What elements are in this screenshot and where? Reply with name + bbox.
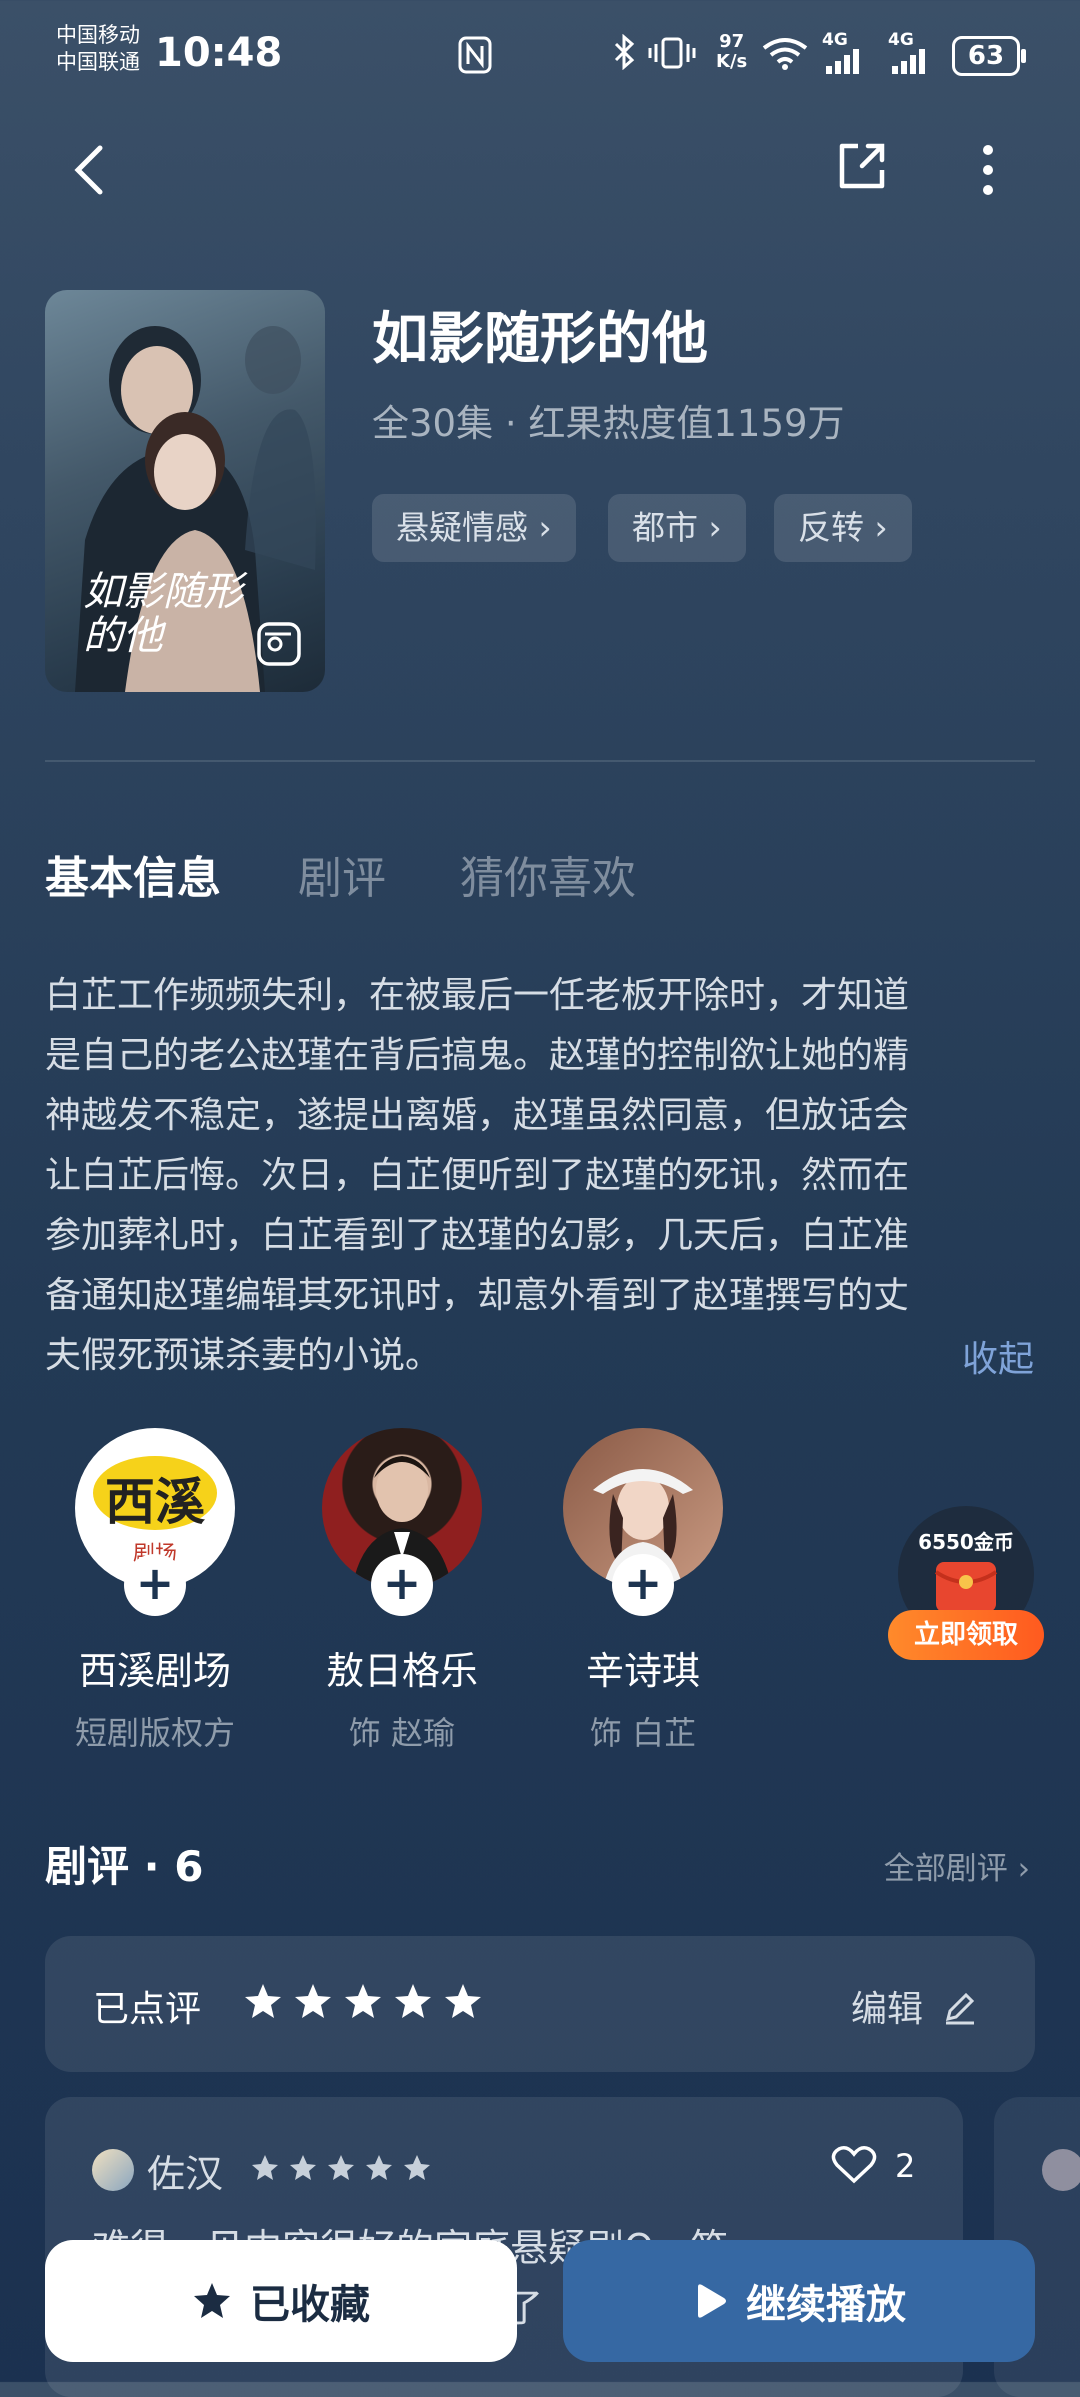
- chevron-right-icon: ›: [874, 508, 888, 547]
- all-reviews-label: 全部剧评: [883, 1851, 1008, 1887]
- tab-basic-info[interactable]: 基本信息: [45, 842, 221, 906]
- coin-amount: 6550金币: [918, 1530, 1014, 1554]
- cast-name: 辛诗琪: [585, 1649, 700, 1693]
- synopsis-line: 神越发不稳定，遂提出离婚，赵瑾虽然同意，但放话会: [45, 1095, 910, 1136]
- tag-label: 都市: [632, 508, 698, 547]
- synopsis-line: 是自己的老公赵瑾在背后搞鬼。赵瑾的控制欲让她的精: [45, 1035, 910, 1076]
- more-button[interactable]: [976, 142, 1000, 202]
- collapse-link[interactable]: 收起: [962, 1330, 1034, 1382]
- tab-reviews[interactable]: 剧评: [298, 842, 386, 906]
- share-button[interactable]: [836, 140, 888, 196]
- synopsis-line: 白芷工作频频失利，在被最后一任老板开除时，才知道: [45, 975, 910, 1016]
- synopsis-line: 让白芷后悔。次日，白芷便听到了赵瑾的死讯，然而在: [45, 1155, 910, 1196]
- chevron-right-icon: ›: [708, 508, 722, 547]
- back-button[interactable]: [70, 140, 110, 204]
- synopsis: 白芷工作频频失利，在被最后一任老板开除时，才知道 是自己的老公赵瑾在背后搞鬼。赵…: [45, 966, 1035, 1386]
- play-icon: [698, 2284, 726, 2318]
- tag-twist[interactable]: 反转 ›: [774, 494, 912, 562]
- tag-suspense[interactable]: 悬疑情感 ›: [372, 494, 576, 562]
- cast-role: 饰 赵瑜: [348, 1714, 456, 1752]
- review-stars: [251, 2153, 441, 2187]
- my-rating-card[interactable]: 已点评 编辑: [45, 1936, 1035, 2072]
- tag-urban[interactable]: 都市 ›: [608, 494, 746, 562]
- follow-button[interactable]: +: [371, 1554, 433, 1616]
- vibrate-icon: [648, 36, 696, 74]
- edit-button[interactable]: 编辑: [851, 1980, 978, 2032]
- review-user: 佐汉: [147, 2152, 224, 2196]
- carrier-labels: 中国移动 中国联通: [56, 22, 140, 76]
- coin-reward-badge[interactable]: 6550金币 立即领取: [888, 1506, 1044, 1666]
- follow-button[interactable]: +: [612, 1554, 674, 1616]
- net-speed-unit: K/s: [716, 51, 748, 72]
- favorited-button[interactable]: 已收藏: [45, 2240, 517, 2362]
- star-icons: [245, 1984, 481, 2018]
- net-speed: 97 K/s: [716, 32, 747, 72]
- wifi-icon: [760, 34, 810, 76]
- rating-stars: [243, 1980, 483, 2028]
- cast-role: 短剧版权方: [74, 1714, 235, 1752]
- signal-icon-1: [824, 48, 864, 78]
- heart-icon: [831, 2146, 877, 2184]
- net-speed-value: 97: [719, 31, 745, 52]
- tag-label: 悬疑情感: [396, 508, 528, 547]
- nfc-icon: [458, 36, 492, 78]
- carrier-2: 中国联通: [56, 50, 140, 74]
- star-icons: [252, 2155, 430, 2180]
- logo-text: 西溪: [105, 1472, 205, 1531]
- pencil-icon: [946, 1992, 975, 2025]
- drama-title: 如影随形的他: [372, 307, 708, 372]
- net-type-2: 4G: [888, 30, 914, 50]
- follow-button[interactable]: +: [124, 1554, 186, 1616]
- poster-image[interactable]: 如影随形的他: [45, 290, 325, 692]
- star-filled-icon: [194, 2283, 230, 2318]
- synopsis-line: 夫假死预谋杀妻的小说。: [45, 1335, 442, 1376]
- all-reviews-link[interactable]: 全部剧评 ›: [884, 1843, 1030, 1888]
- claim-button[interactable]: 立即领取: [888, 1610, 1044, 1660]
- more-vertical-icon: [983, 145, 993, 195]
- synopsis-line: 参加葬礼时，白芷看到了赵瑾的幻影，几天后，白芷准: [45, 1215, 910, 1256]
- favorited-label: 已收藏: [250, 2282, 370, 2328]
- net-type-1: 4G: [822, 30, 848, 50]
- user-avatar: [92, 2149, 134, 2191]
- chevron-right-icon: ›: [1017, 1851, 1030, 1887]
- tab-recommend[interactable]: 猜你喜欢: [460, 842, 636, 906]
- like-button[interactable]: [831, 2145, 877, 2189]
- rated-label: 已点评: [93, 1989, 202, 2030]
- synopsis-line: 备通知赵瑾编辑其死讯时，却意外看到了赵瑾撰写的丈: [45, 1275, 910, 1316]
- cast-name: 敖日格乐: [325, 1649, 478, 1693]
- poster-title-art: 如影随形的他: [83, 569, 243, 659]
- chevron-right-icon: ›: [538, 508, 552, 547]
- poster-badge-icon: [255, 620, 303, 672]
- divider: [45, 760, 1035, 762]
- signal-icon-2: [890, 48, 930, 78]
- user-avatar: [1042, 2149, 1080, 2191]
- like-count: 2: [895, 2147, 916, 2185]
- cast-role: 饰 白芷: [589, 1714, 697, 1752]
- carrier-1: 中国移动: [56, 23, 140, 47]
- tag-label: 反转: [798, 508, 864, 547]
- drama-meta: 全30集 · 红果热度值1159万: [372, 402, 845, 445]
- reviews-heading: 剧评 · 6: [45, 1842, 204, 1891]
- share-icon: [839, 143, 885, 189]
- bluetooth-icon: [612, 33, 636, 77]
- cast-name: 西溪剧场: [78, 1649, 231, 1693]
- clock: 10:48: [155, 30, 283, 76]
- battery-icon: 63: [952, 36, 1026, 76]
- continue-play-button[interactable]: 继续播放: [563, 2240, 1035, 2362]
- edit-label: 编辑: [851, 1989, 924, 2030]
- back-icon: [74, 145, 103, 195]
- continue-play-label: 继续播放: [746, 2282, 906, 2328]
